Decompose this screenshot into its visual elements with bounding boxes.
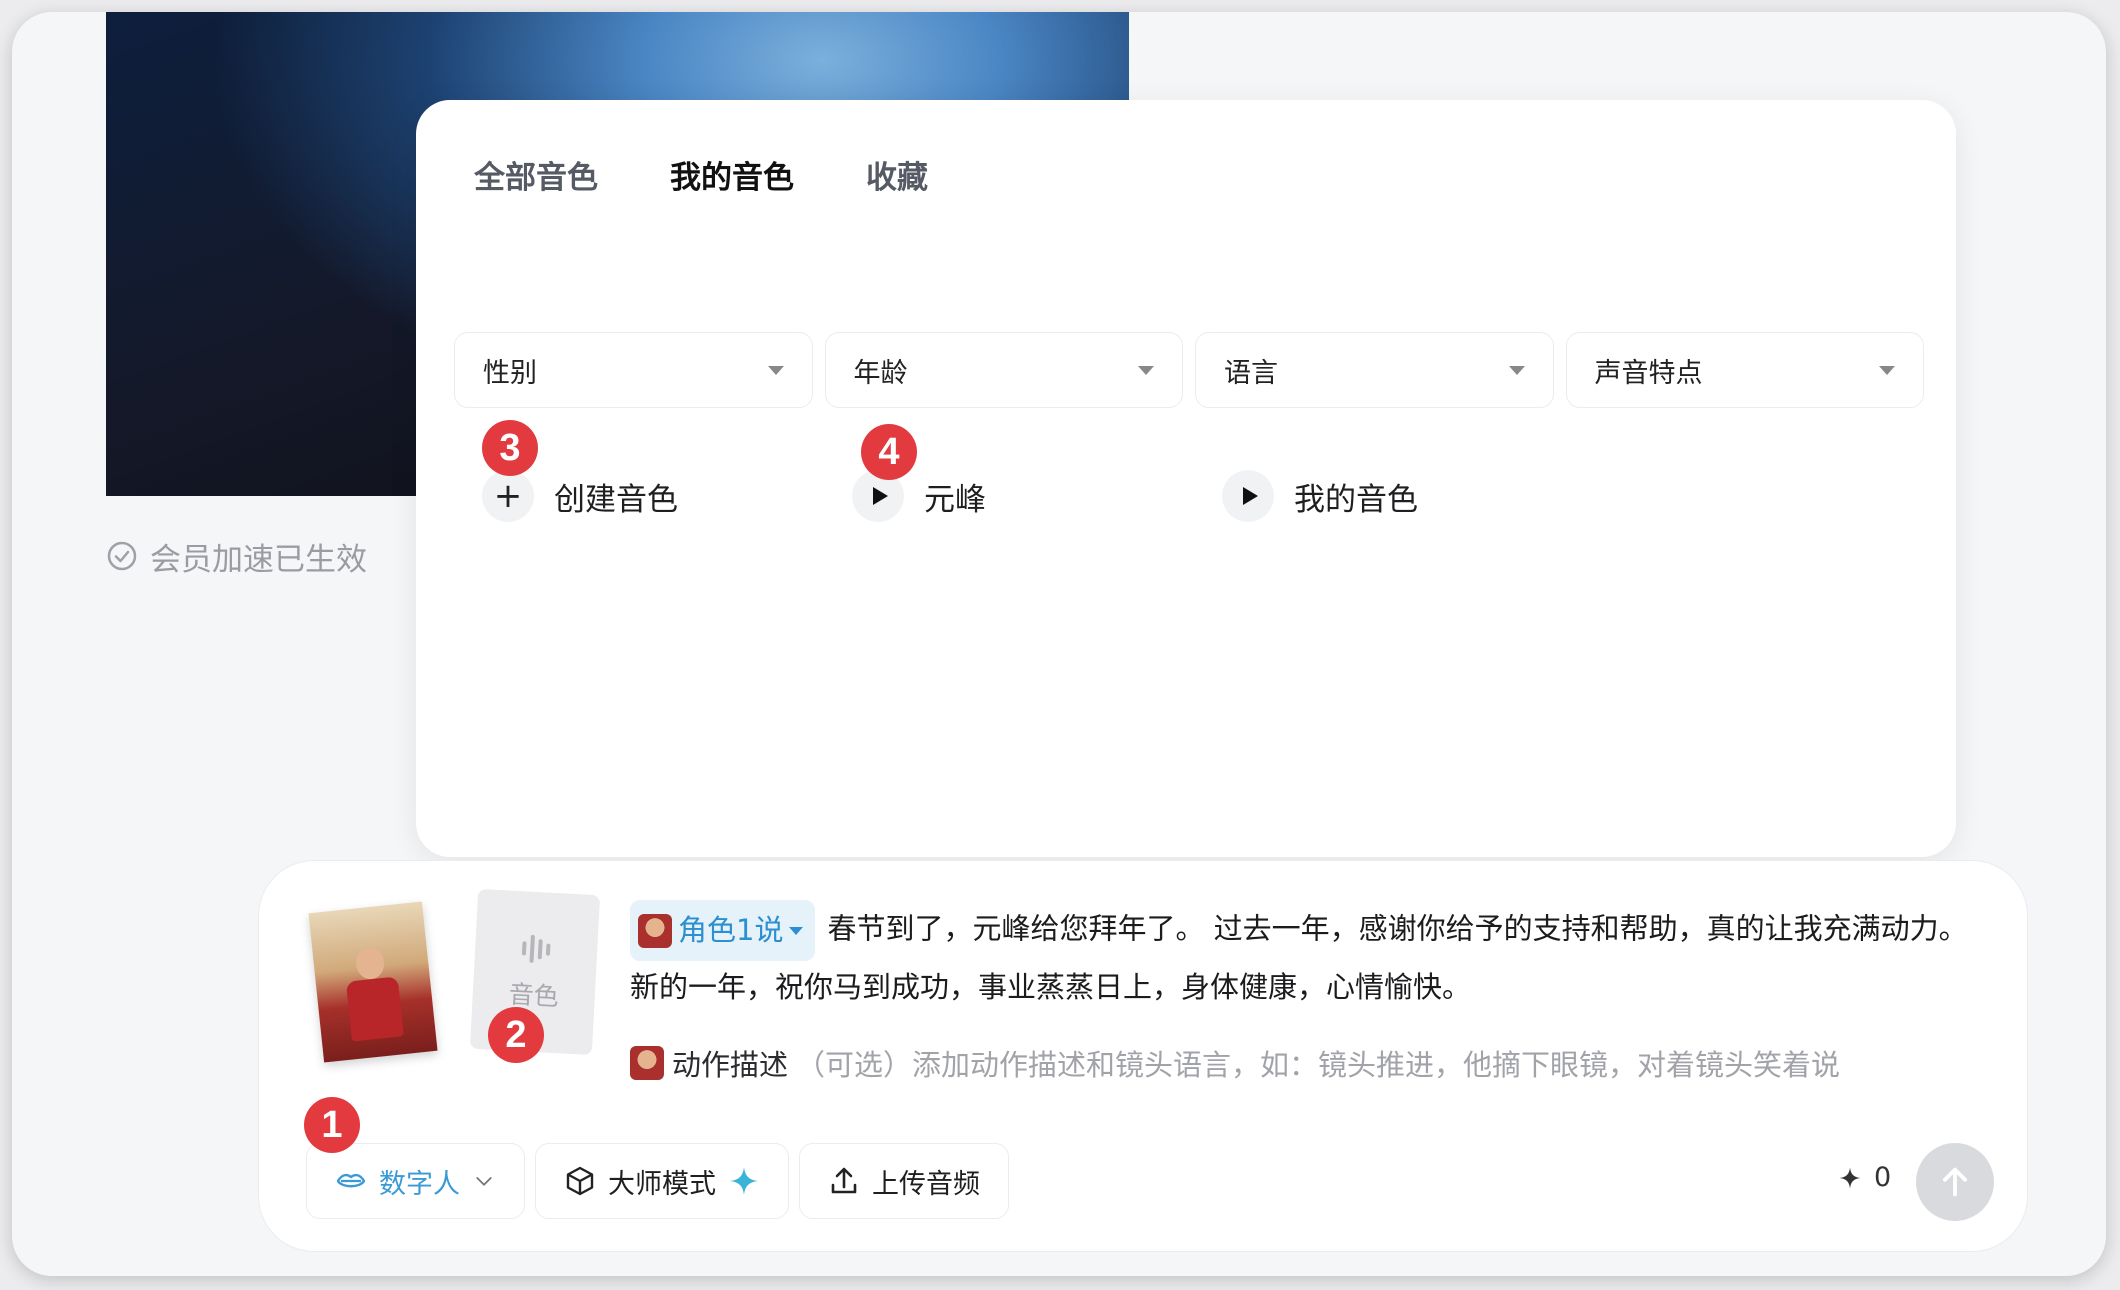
- upload-audio-label: 上传音频: [872, 1168, 980, 1200]
- upload-audio-button[interactable]: 上传音频: [799, 1143, 1009, 1219]
- filter-gender-label: 性别: [483, 357, 537, 389]
- lips-icon: [336, 1173, 366, 1188]
- sparkle-icon: [730, 1167, 758, 1195]
- filter-language-label: 语言: [1224, 357, 1278, 389]
- check-circle-icon: [107, 541, 137, 571]
- voice-list: + 创建音色 元峰 我的音色: [482, 470, 1592, 522]
- waveform-icon: [521, 931, 551, 966]
- voice-label: 元峰: [924, 481, 986, 518]
- motion-avatar-icon: [630, 1046, 664, 1080]
- voice-item-my-voice[interactable]: 我的音色: [1222, 470, 1592, 522]
- play-icon[interactable]: [1222, 470, 1274, 522]
- tab-all-voices[interactable]: 全部音色: [474, 152, 598, 197]
- voice-label: 创建音色: [554, 481, 678, 518]
- prompt-area[interactable]: 角色1说 春节到了，元峰给您拜年了。 过去一年，感谢你给予的支持和帮助，真的让我充…: [630, 900, 1980, 1014]
- master-mode-button[interactable]: 大师模式: [535, 1143, 789, 1219]
- tab-my-voices[interactable]: 我的音色: [670, 152, 794, 197]
- prompt-text-line: 角色1说 春节到了，元峰给您拜年了。 过去一年，感谢你给予的支持和帮助，真的让我充…: [630, 900, 1980, 1014]
- member-status-text: 会员加速已生效: [150, 541, 367, 578]
- motion-hint: （可选）添加动作描述和镜头语言，如：镜头推进，他摘下眼镜，对着镜头笑着说: [796, 1048, 1841, 1082]
- voice-item-yuanfeng[interactable]: 元峰: [852, 470, 1222, 522]
- voice-filters: 性别 年龄 语言 声音特点: [454, 332, 1924, 408]
- role-avatar-icon: [638, 913, 672, 948]
- arrow-up-icon: [1942, 1167, 1968, 1197]
- voice-tabs: 全部音色 我的音色 收藏: [474, 152, 928, 197]
- filter-gender[interactable]: 性别: [454, 332, 813, 408]
- annotation-badge-1: 1: [304, 1097, 360, 1153]
- plus-icon: +: [482, 470, 534, 522]
- filter-language[interactable]: 语言: [1195, 332, 1554, 408]
- caret-down-icon: [1138, 365, 1154, 375]
- filter-voice-traits[interactable]: 声音特点: [1565, 332, 1924, 408]
- digital-human-button[interactable]: 数字人: [306, 1143, 525, 1219]
- annotation-badge-4: 4: [861, 424, 917, 480]
- cube-icon: [566, 1166, 594, 1196]
- motion-description[interactable]: 动作描述 （可选）添加动作描述和镜头语言，如：镜头推进，他摘下眼镜，对着镜头笑着…: [630, 1042, 1840, 1084]
- caret-down-icon: [767, 365, 784, 375]
- filter-voice-traits-label: 声音特点: [1594, 357, 1703, 389]
- digital-human-avatar[interactable]: [308, 901, 438, 1063]
- master-mode-label: 大师模式: [608, 1168, 716, 1200]
- role-chip[interactable]: 角色1说: [630, 900, 816, 961]
- tab-favorites[interactable]: 收藏: [866, 152, 928, 197]
- sparkle-icon: [1839, 1167, 1861, 1188]
- chevron-down-icon: [476, 1177, 492, 1186]
- caret-down-icon: [1879, 365, 1895, 375]
- send-button[interactable]: [1916, 1143, 1994, 1221]
- create-voice-button[interactable]: + 创建音色: [482, 470, 852, 522]
- filter-age-label: 年龄: [853, 357, 908, 389]
- filter-age[interactable]: 年龄: [824, 332, 1183, 408]
- voice-label: 我的音色: [1294, 481, 1418, 518]
- member-status: 会员加速已生效: [106, 530, 367, 582]
- motion-title: 动作描述: [672, 1048, 789, 1082]
- upload-icon: [831, 1167, 857, 1194]
- caret-down-icon: [1508, 365, 1525, 375]
- role-chip-label: 角色1说: [678, 913, 784, 947]
- composer-toolbar: 数字人 大师模式 上传音频: [306, 1143, 1009, 1219]
- prompt-text: 春节到了，元峰给您拜年了。 过去一年，感谢你给予的支持和帮助，真的让我充满动力。…: [630, 911, 1968, 1005]
- voice-panel: 全部音色 我的音色 收藏 性别 年龄 语言 声音特点 + 创建音色 元峰 我的音…: [416, 100, 1956, 857]
- annotation-badge-2: 2: [488, 1007, 544, 1063]
- credits-count: 0: [1874, 1162, 1892, 1193]
- digital-human-label: 数字人: [379, 1168, 460, 1200]
- caret-down-icon: [789, 926, 804, 935]
- annotation-badge-3: 3: [482, 420, 538, 476]
- credits: 0: [1838, 1162, 1891, 1193]
